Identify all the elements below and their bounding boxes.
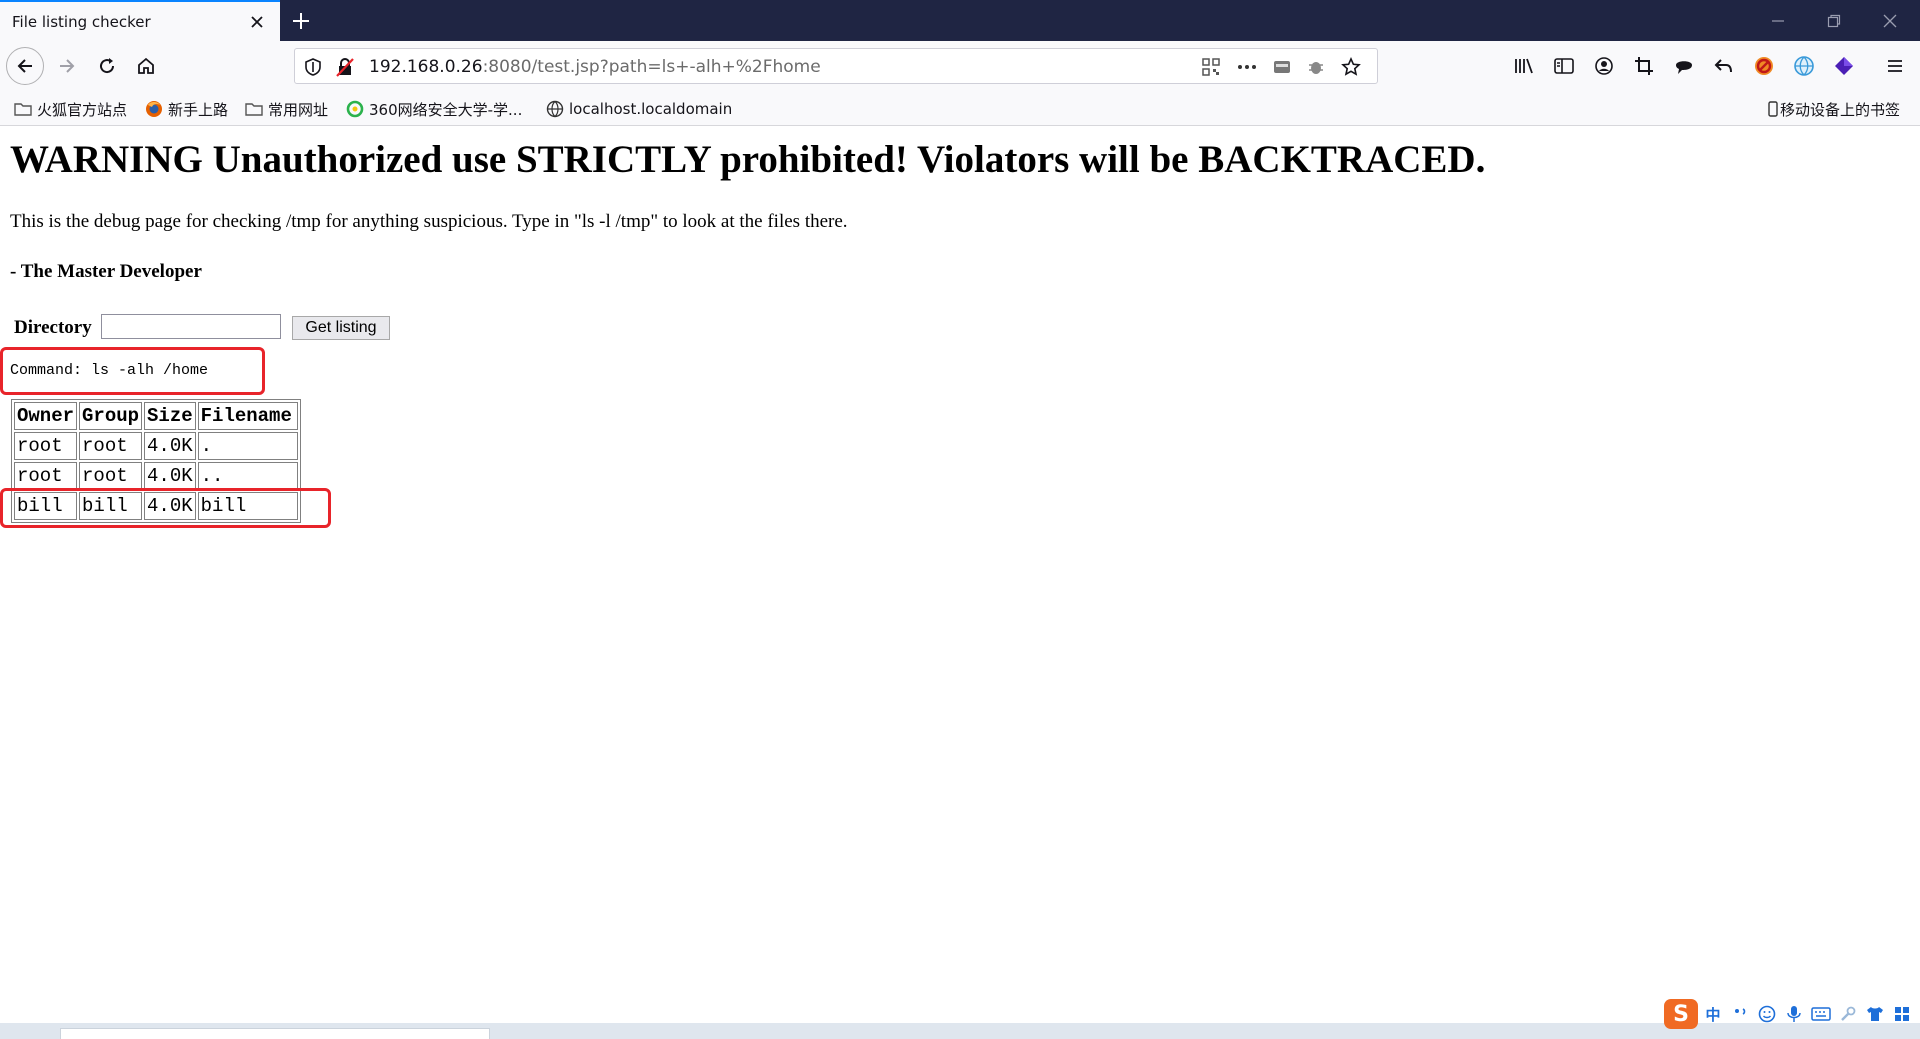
cube-extension-icon[interactable] [1831,53,1857,79]
cell-owner: root [14,462,78,490]
minimize-icon[interactable] [1750,0,1806,41]
cell-owner: root [14,432,78,460]
get-listing-button[interactable]: Get listing [292,316,390,340]
bookmark-label: 移动设备上的书签 [1780,100,1901,119]
url-path: :8080/test.jsp?path=ls+-alh+%2Fhome [482,57,821,77]
screenshot-crop-icon[interactable] [1631,53,1657,79]
page-content: WARNING Unauthorized use STRICTLY prohib… [0,127,1920,1023]
emoji-icon[interactable] [1755,1002,1779,1026]
undo-icon[interactable] [1711,53,1737,79]
grid-menu-icon[interactable] [1890,1002,1914,1026]
table-row: root root 4.0K . [14,432,298,460]
keyboard-icon[interactable] [1809,1002,1833,1026]
bookmark-label: localhost.localdomain [569,100,733,118]
bookmark-label: 常用网址 [268,100,329,119]
ime-toolbar: S 中 [1664,999,1920,1029]
pocket-icon[interactable] [1270,55,1294,79]
directory-label: Directory [14,317,92,338]
column-header-filename: Filename [197,402,298,430]
new-tab-icon[interactable] [288,8,314,34]
directory-input[interactable] [101,314,281,339]
bookmark-localhost[interactable]: localhost.localdomain [546,98,732,120]
page-warning-heading: WARNING Unauthorized use STRICTLY prohib… [10,138,1486,181]
bookmarks-toolbar: 火狐官方站点 新手上路 常用网址 360网络安全大学-学... localhos… [0,91,1920,126]
signature-text: - The Master Developer [10,261,202,282]
translate-extension-icon[interactable] [1791,53,1817,79]
cell-group: root [79,462,143,490]
punctuation-icon[interactable] [1728,1002,1752,1026]
shield-icon[interactable] [301,55,325,79]
intro-text: This is the debug page for checking /tmp… [10,211,848,232]
microphone-icon[interactable] [1782,1002,1806,1026]
cell-group: root [79,432,143,460]
url-bar[interactable]: 192.168.0.26:8080/test.jsp?path=ls+-alh+… [294,48,1378,84]
table-header-row: Owner Group Size Filename [14,402,298,430]
bottom-input-area [60,1028,490,1039]
home-icon[interactable] [129,49,163,83]
column-header-owner: Owner [14,402,78,430]
account-icon[interactable] [1591,53,1617,79]
bookmark-label: 新手上路 [168,100,229,119]
bug-icon[interactable] [1304,55,1328,79]
row-highlight-box [0,488,331,528]
cell-filename: .. [197,462,298,490]
close-window-icon[interactable] [1862,0,1918,41]
cell-size: 4.0K [144,462,196,490]
tab-title: File listing checker [12,12,151,31]
folder-icon [245,100,263,118]
cell-filename: . [197,432,298,460]
tools-icon[interactable] [1836,1002,1860,1026]
sogou-logo-icon[interactable]: S [1664,999,1698,1029]
qr-code-icon[interactable] [1199,55,1223,79]
library-icon[interactable] [1511,53,1537,79]
restore-icon[interactable] [1806,0,1862,41]
bookmark-360-university[interactable]: 360网络安全大学-学... [346,98,522,120]
tab-file-listing-checker[interactable]: File listing checker [0,0,280,41]
column-header-size: Size [144,402,196,430]
sidebar-icon[interactable] [1551,53,1577,79]
firefox-icon [145,100,163,118]
close-tab-icon[interactable] [246,11,268,33]
title-bar: File listing checker [0,0,1920,41]
page-actions-icon[interactable] [1235,55,1259,79]
360-icon [346,100,364,118]
menu-icon[interactable] [1882,53,1908,79]
back-icon[interactable] [6,47,44,85]
ime-mode-toggle[interactable]: 中 [1701,1002,1725,1026]
skin-shirt-icon[interactable] [1863,1002,1887,1026]
blocker-extension-icon[interactable] [1751,53,1777,79]
chat-icon[interactable] [1671,53,1697,79]
bookmark-label: 360网络安全大学-学... [369,100,523,119]
mobile-device-icon [1768,100,1778,118]
url-text[interactable]: 192.168.0.26:8080/test.jsp?path=ls+-alh+… [369,57,821,77]
bookmark-mobile[interactable]: 移动设备上的书签 [1768,98,1900,120]
forward-icon[interactable] [50,49,84,83]
navigation-toolbar: 192.168.0.26:8080/test.jsp?path=ls+-alh+… [0,41,1920,91]
reload-icon[interactable] [90,49,124,83]
globe-icon [546,100,564,118]
column-header-group: Group [79,402,143,430]
bookmark-star-icon[interactable] [1339,55,1363,79]
insecure-lock-icon[interactable] [333,55,357,79]
bookmark-common-sites[interactable]: 常用网址 [245,98,328,120]
bookmark-label: 火狐官方站点 [37,100,128,119]
bookmark-firefox-official[interactable]: 火狐官方站点 [14,98,127,120]
url-host: 192.168.0.26 [369,57,483,77]
bookmark-getting-started[interactable]: 新手上路 [145,98,228,120]
command-highlight-box [0,347,265,395]
cell-size: 4.0K [144,432,196,460]
folder-icon [14,100,32,118]
table-row: root root 4.0K .. [14,462,298,490]
